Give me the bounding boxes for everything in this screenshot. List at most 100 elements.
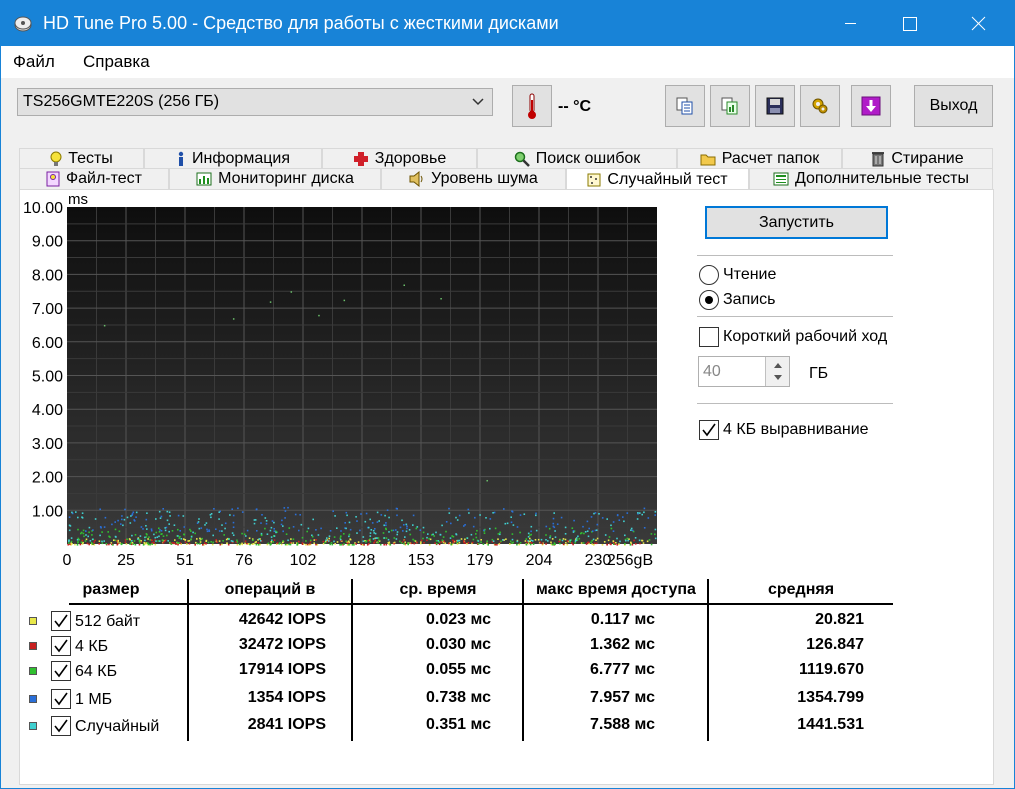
data-point — [383, 524, 385, 527]
tab-error-scan[interactable]: Поиск ошибок — [477, 148, 677, 169]
separator — [697, 316, 893, 317]
data-point — [123, 518, 126, 521]
data-point — [627, 539, 629, 542]
menu-file[interactable]: Файл — [13, 52, 55, 72]
data-point — [638, 539, 641, 542]
data-point — [224, 527, 226, 530]
data-point — [377, 537, 380, 539]
x-tick-label: 179 — [467, 552, 494, 569]
save-button[interactable] — [755, 85, 795, 127]
data-point — [161, 533, 163, 535]
copy-image-button[interactable] — [710, 85, 750, 127]
data-point — [203, 542, 206, 544]
minimize-button[interactable] — [827, 1, 873, 46]
data-point — [492, 512, 494, 514]
data-point — [264, 527, 266, 530]
data-point — [253, 519, 256, 521]
data-point — [117, 539, 119, 542]
data-point — [252, 539, 254, 541]
data-point — [506, 522, 509, 525]
write-radio[interactable] — [699, 290, 719, 310]
bar-chart-icon — [196, 172, 212, 186]
series-checkbox[interactable] — [51, 689, 71, 709]
data-point — [206, 530, 209, 533]
max-time-value: 1.362 мс — [589, 636, 655, 653]
data-point — [81, 512, 84, 514]
data-point — [631, 543, 634, 546]
data-point — [393, 542, 395, 545]
series-checkbox[interactable] — [51, 661, 71, 681]
tab-folder-usage[interactable]: Расчет папок — [677, 148, 842, 169]
short-stroke-checkbox[interactable] — [699, 327, 719, 347]
exit-button[interactable]: Выход — [914, 85, 993, 127]
series-checkbox[interactable] — [51, 636, 71, 656]
download-button[interactable] — [851, 85, 891, 127]
tab-info[interactable]: Информация — [144, 148, 322, 169]
data-point — [368, 543, 370, 545]
data-point — [211, 543, 214, 546]
data-point — [249, 543, 251, 546]
series-checkbox[interactable] — [51, 716, 71, 736]
align-4kb-checkbox[interactable] — [699, 420, 719, 440]
data-point — [209, 514, 212, 516]
x-tick-label: 76 — [235, 552, 253, 569]
drive-select[interactable]: TS256GMTE220S (256 ГБ) — [17, 88, 493, 116]
data-point — [591, 539, 593, 542]
tab-health[interactable]: Здоровье — [322, 148, 477, 169]
data-point — [472, 538, 475, 541]
menu-help[interactable]: Справка — [83, 52, 150, 72]
tab-file-test[interactable]: Файл-тест — [19, 168, 169, 189]
read-radio[interactable] — [699, 265, 719, 285]
tab-disk-monitor[interactable]: Мониторинг диска — [169, 168, 381, 189]
options-button[interactable] — [800, 85, 840, 127]
data-point — [419, 529, 422, 531]
data-point — [333, 536, 336, 538]
data-point — [251, 543, 254, 545]
data-point — [275, 531, 277, 534]
data-point — [530, 542, 532, 544]
copy-text-button[interactable] — [665, 85, 705, 127]
data-point — [380, 514, 383, 516]
series-color-swatch — [29, 695, 37, 703]
data-point — [101, 531, 103, 533]
data-point — [258, 538, 260, 540]
temperature-button[interactable] — [512, 85, 552, 127]
data-point — [261, 514, 263, 516]
title-bar[interactable]: HD Tune Pro 5.00 - Средство для работы с… — [1, 1, 1014, 46]
data-point — [420, 542, 422, 545]
col-header-max-time: макс время доступа — [536, 581, 696, 598]
data-point — [612, 530, 615, 532]
data-point — [369, 538, 371, 540]
tab-extra-tests[interactable]: Дополнительные тесты — [749, 168, 993, 189]
data-point — [494, 527, 497, 530]
data-point — [281, 519, 283, 522]
data-point — [164, 529, 167, 532]
table-header-line — [69, 603, 893, 605]
data-point — [566, 543, 569, 546]
stepper-arrows[interactable] — [765, 357, 789, 386]
close-button[interactable] — [955, 1, 1001, 46]
max-time-value: 6.777 мс — [589, 661, 655, 678]
short-stroke-size-stepper[interactable]: 40 — [698, 356, 790, 387]
maximize-button[interactable] — [885, 1, 931, 46]
tab-noise-level[interactable]: Уровень шума — [381, 168, 566, 189]
data-point — [395, 529, 397, 531]
tab-tests[interactable]: Тесты — [19, 148, 144, 169]
data-point — [158, 540, 161, 542]
start-button[interactable]: Запустить — [705, 206, 888, 239]
data-point — [150, 529, 153, 532]
data-point — [456, 543, 459, 545]
data-point — [76, 544, 79, 546]
random-access-icon — [587, 173, 601, 186]
avg-time-value: 0.738 мс — [425, 689, 491, 706]
data-point — [346, 514, 348, 517]
data-point — [84, 540, 87, 542]
data-point — [388, 541, 391, 544]
data-point — [376, 511, 379, 514]
data-point — [117, 519, 119, 522]
data-point — [374, 532, 377, 535]
tab-random-access[interactable]: Случайный тест — [566, 168, 749, 190]
series-checkbox[interactable] — [51, 611, 71, 631]
tab-erase[interactable]: Стирание — [842, 148, 993, 169]
data-point — [530, 533, 532, 536]
